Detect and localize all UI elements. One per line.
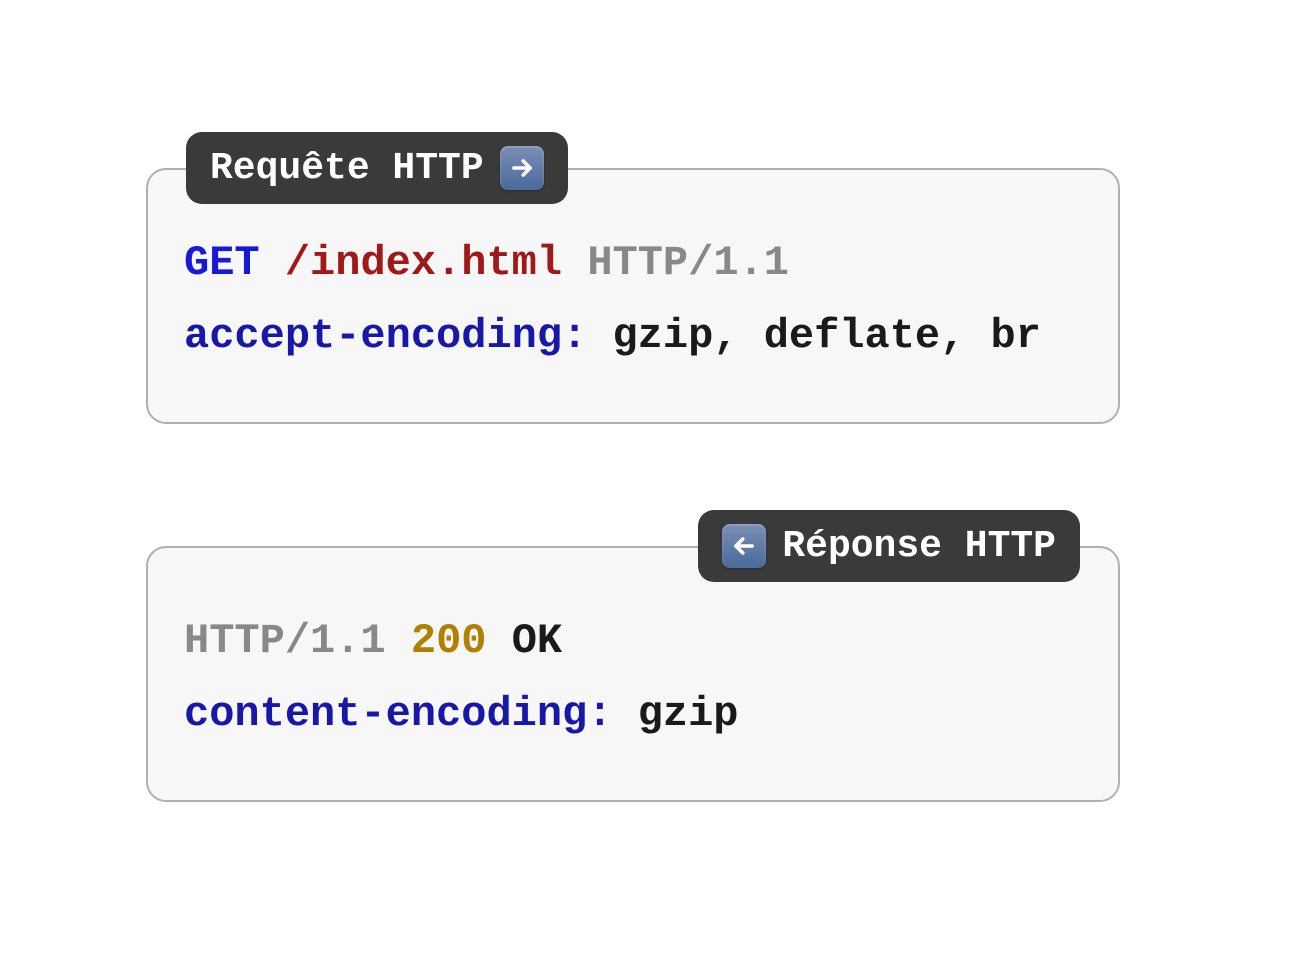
response-status-text: OK [512, 617, 562, 665]
response-header-value: gzip [612, 690, 738, 738]
request-badge-label: Requête HTTP [210, 147, 484, 190]
response-header-line: content-encoding: gzip [184, 687, 1082, 742]
http-protocol: HTTP/1.1 [587, 239, 789, 287]
http-path: /index.html [285, 239, 562, 287]
http-response-panel: Réponse HTTP HTTP/1.1 200 OK content-enc… [146, 546, 1120, 802]
response-status-code: 200 [411, 617, 487, 665]
response-badge: Réponse HTTP [698, 510, 1080, 582]
request-header-line: accept-encoding: gzip, deflate, br [184, 309, 1082, 364]
response-status-line: HTTP/1.1 200 OK [184, 614, 1082, 669]
arrow-right-icon [500, 146, 544, 190]
request-line: GET /index.html HTTP/1.1 [184, 236, 1082, 291]
http-method: GET [184, 239, 260, 287]
request-header-name: accept-encoding: [184, 312, 587, 360]
response-header-name: content-encoding: [184, 690, 612, 738]
request-badge: Requête HTTP [186, 132, 568, 204]
http-request-panel: Requête HTTP GET /index.html HTTP/1.1 ac… [146, 168, 1120, 424]
arrow-left-icon [722, 524, 766, 568]
response-protocol: HTTP/1.1 [184, 617, 386, 665]
response-badge-label: Réponse HTTP [782, 525, 1056, 568]
request-header-value: gzip, deflate, br [587, 312, 1041, 360]
